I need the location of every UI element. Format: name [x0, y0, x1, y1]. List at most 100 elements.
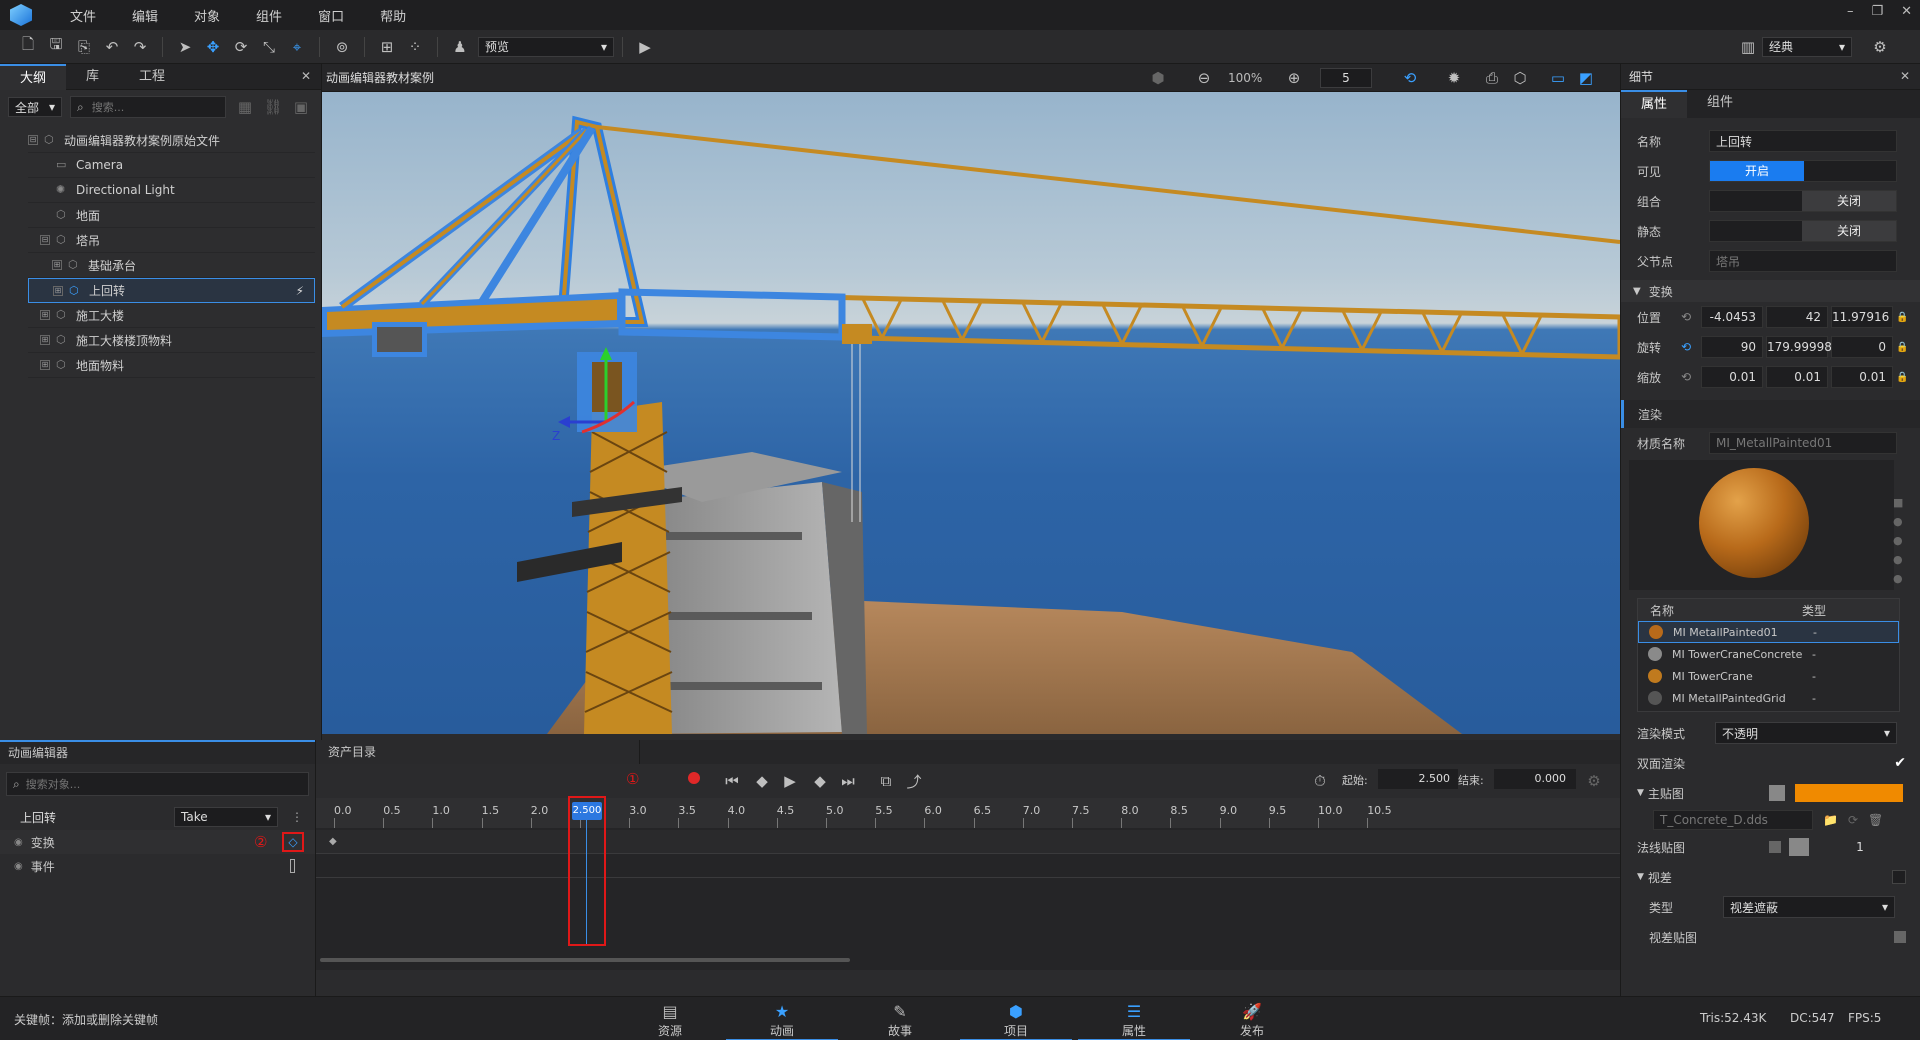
lock-icon[interactable]: 🔒	[1896, 312, 1908, 323]
folder-icon[interactable]: 📁	[1823, 813, 1838, 827]
visible-toggle[interactable]: 开启	[1709, 160, 1897, 182]
minimize-icon[interactable]: –	[1847, 4, 1854, 19]
local-space-icon[interactable]: ⌖	[286, 36, 308, 58]
sphere-icon[interactable]: ●	[1893, 534, 1903, 547]
skip-end-icon[interactable]: ⏭	[837, 770, 859, 792]
tree-item[interactable]: ⊞ ⬡ 施工大楼	[28, 303, 315, 328]
shield-icon[interactable]: ⬢	[1147, 67, 1169, 89]
restore-icon[interactable]: ❐	[1871, 4, 1883, 19]
expand-toggle-icon[interactable]: ⊞	[40, 335, 50, 345]
close-icon[interactable]: ✕	[1901, 4, 1912, 19]
play-icon[interactable]: ▶	[779, 770, 801, 792]
tree-item[interactable]: ⊞ ⬡ 基础承台	[28, 253, 315, 278]
loop-icon[interactable]: ⧉	[875, 770, 897, 792]
scale-tool-icon[interactable]: ⤡	[258, 36, 280, 58]
menu-edit[interactable]: 编辑	[132, 6, 158, 25]
position-y[interactable]: 42	[1766, 306, 1828, 328]
cylinder-icon[interactable]: ●	[1893, 553, 1903, 566]
static-toggle[interactable]: 关闭	[1709, 220, 1897, 242]
fullscreen-icon[interactable]: ◩	[1575, 67, 1597, 89]
lock-icon[interactable]: 🔒	[1896, 372, 1908, 383]
tree-item[interactable]: ⊞ ⬡ 施工大楼楼顶物料	[28, 328, 315, 353]
3d-scene[interactable]: Z	[322, 92, 1620, 734]
perspective-icon[interactable]: ▭	[1547, 67, 1569, 89]
checker-icon[interactable]	[1894, 931, 1906, 943]
tab-outline[interactable]: 大纲	[0, 63, 67, 90]
tab-attributes[interactable]: ☰ 属性	[1078, 997, 1190, 1040]
play-icon[interactable]: ▶	[634, 36, 656, 58]
menu-help[interactable]: 帮助	[380, 6, 406, 25]
sphere-icon[interactable]: ●	[1893, 515, 1903, 528]
tab-properties[interactable]: 属性	[1621, 90, 1688, 118]
outline-search[interactable]: ⌕	[70, 96, 226, 118]
tab-assets[interactable]: 资产目录	[316, 740, 640, 764]
name-field[interactable]: 上回转	[1709, 130, 1897, 152]
settings-icon[interactable]: ⚙	[1869, 36, 1891, 58]
group-toggle[interactable]: 关闭	[1709, 190, 1897, 212]
eye-icon[interactable]: ◉	[14, 861, 23, 872]
texture-thumb[interactable]	[1769, 785, 1785, 801]
add-folder-icon[interactable]: ▣	[290, 96, 312, 118]
parallax-type-dropdown[interactable]: 视差遮蔽 ▾	[1723, 896, 1895, 918]
rotation-y[interactable]: 179.99998	[1766, 336, 1832, 358]
time-icon[interactable]: ⏱	[1309, 770, 1331, 792]
tree-item[interactable]: ▭ Camera	[28, 153, 315, 178]
transform-section[interactable]: ▼ 变换	[1621, 280, 1920, 302]
reset-icon[interactable]: ⟲	[1681, 310, 1701, 324]
tree-item[interactable]: ⊟ ⬡ 塔吊	[28, 228, 315, 253]
menu-file[interactable]: 文件	[70, 6, 96, 25]
close-icon[interactable]: ✕	[301, 69, 311, 83]
eye-icon[interactable]: ◉	[14, 837, 23, 848]
undo-icon[interactable]: ↶	[101, 36, 123, 58]
zoom-out-icon[interactable]: ⊖	[1193, 67, 1215, 89]
track-event[interactable]: ◉ 事件	[0, 854, 315, 878]
zoom-in-icon[interactable]: ⊕	[1283, 67, 1305, 89]
expand-all-icon[interactable]: ▦	[234, 96, 256, 118]
event-track-lane[interactable]	[316, 854, 1620, 878]
position-z[interactable]: 11.97916	[1831, 306, 1893, 328]
scale-x[interactable]: 0.01	[1701, 366, 1763, 388]
tree-item[interactable]: ⊞ ⬡ 上回转 ⚡	[28, 278, 315, 303]
tab-publish[interactable]: 🚀 发布	[1196, 997, 1308, 1040]
record-button[interactable]	[688, 772, 700, 784]
tab-animation[interactable]: ★ 动画	[726, 997, 838, 1040]
select-tool-icon[interactable]: ➤	[174, 36, 196, 58]
material-row[interactable]: MI TowerCrane -	[1638, 665, 1899, 687]
skip-start-icon[interactable]: ⏮	[721, 770, 743, 792]
lock-icon[interactable]: 🔒	[1896, 342, 1908, 353]
scale-y[interactable]: 0.01	[1766, 366, 1828, 388]
tree-item[interactable]: ⊟ ⬡ 动画编辑器教材案例原始文件	[28, 128, 315, 153]
settings-icon[interactable]: ⚙	[1583, 770, 1605, 792]
layout-icon[interactable]: ▥	[1737, 36, 1759, 58]
filter-dropdown[interactable]: 全部 ▾	[8, 97, 62, 117]
rotate-tool-icon[interactable]: ⟳	[230, 36, 252, 58]
grid-dots-icon[interactable]: ⁘	[404, 36, 426, 58]
material-row[interactable]: MI MetallPainted01-	[1638, 621, 1899, 643]
timeline-scrollbar[interactable]	[320, 958, 850, 962]
square-icon[interactable]: ■	[1893, 496, 1903, 509]
anim-search[interactable]: ⌕	[6, 772, 309, 796]
camera-link-icon[interactable]: ⟲	[1399, 67, 1421, 89]
add-keyframe-icon[interactable]: ◇	[282, 832, 304, 852]
save-all-icon[interactable]: ⎘	[73, 36, 95, 58]
scale-z[interactable]: 0.01	[1831, 366, 1893, 388]
reset-icon[interactable]: ⟲	[1681, 340, 1701, 354]
start-field[interactable]: 2.500	[1378, 769, 1458, 789]
new-file-icon[interactable]: 🗋	[17, 35, 39, 58]
tree-item[interactable]: ⊞ ⬡ 地面物料	[28, 353, 315, 378]
expand-toggle-icon[interactable]: ⊞	[40, 310, 50, 320]
expand-toggle-icon[interactable]: ⊞	[40, 360, 50, 370]
plane-icon[interactable]: ●	[1893, 572, 1903, 585]
track-transform[interactable]: ◉ 变换 ② ◇	[0, 830, 315, 854]
anim-search-input[interactable]	[25, 777, 266, 791]
normal-strength[interactable]: 1	[1819, 840, 1901, 854]
cube-icon[interactable]: ⬡	[1509, 67, 1531, 89]
trash-icon[interactable]: 🗑	[1868, 813, 1883, 827]
take-dropdown[interactable]: Take ▾	[174, 807, 278, 827]
next-key-icon[interactable]: ◆	[809, 770, 831, 792]
tab-components[interactable]: 组件	[1687, 90, 1753, 118]
expand-toggle-icon[interactable]: ⊞	[53, 285, 63, 296]
sun-icon[interactable]: ✹	[1443, 67, 1465, 89]
tab-project[interactable]: 工程	[119, 64, 185, 90]
menu-component[interactable]: 组件	[256, 6, 282, 25]
